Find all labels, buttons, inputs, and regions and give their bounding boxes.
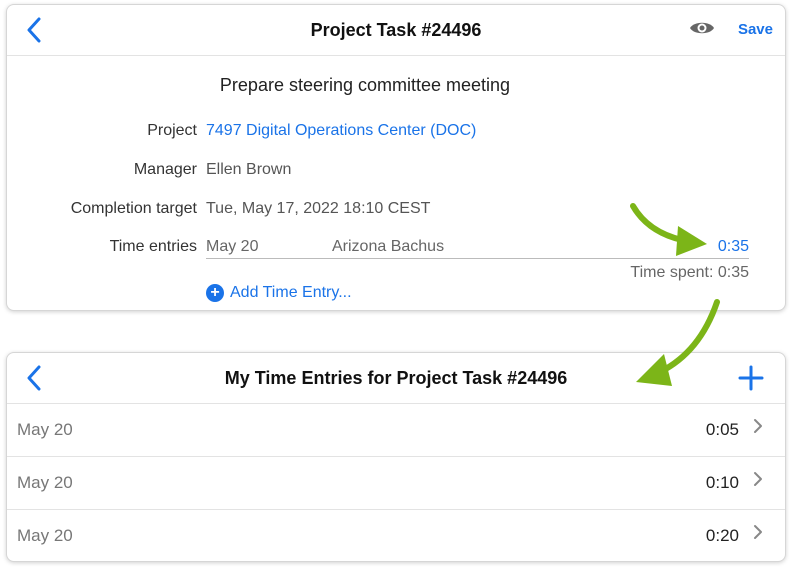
chevron-right-icon — [754, 525, 762, 539]
list-item[interactable]: May 20 0:10 — [7, 457, 785, 510]
entry-date: May 20 — [17, 526, 73, 545]
entry-duration: 0:20 — [705, 526, 739, 545]
add-time-entry-button[interactable]: + Add Time Entry... — [206, 284, 352, 302]
list-item[interactable]: May 20 0:20 — [7, 510, 785, 561]
plus-circle-icon: + — [206, 284, 224, 302]
page-title: Project Task #24496 — [310, 19, 482, 40]
time-entries-label: Time entries — [109, 238, 197, 255]
time-entry-person: Arizona Bachus — [332, 238, 445, 255]
chevron-right-icon — [754, 419, 762, 433]
entry-duration: 0:10 — [705, 473, 739, 492]
entry-duration: 0:05 — [705, 420, 739, 439]
back-button[interactable] — [19, 13, 49, 47]
time-entry-duration-link[interactable]: 0:35 — [707, 238, 749, 256]
entry-date: May 20 — [17, 420, 73, 439]
project-task-panel: Project Task #24496 Save Prepare steerin… — [6, 4, 786, 311]
list-item[interactable]: May 20 0:05 — [7, 404, 785, 457]
eye-icon — [690, 22, 714, 34]
time-spent-total: Time spent: 0:35 — [630, 264, 749, 281]
task-navbar: Project Task #24496 Save — [7, 5, 785, 56]
save-button[interactable]: Save — [738, 21, 773, 38]
project-link[interactable]: 7497 Digital Operations Center (DOC) — [206, 122, 476, 140]
add-entry-button[interactable] — [735, 362, 767, 394]
time-entry-date: May 20 — [206, 238, 259, 255]
chevron-right-icon — [754, 472, 762, 486]
entry-date: May 20 — [17, 473, 73, 492]
plus-icon — [738, 365, 764, 391]
entries-title: My Time Entries for Project Task #24496 — [224, 367, 568, 388]
chevron-left-icon — [27, 365, 41, 391]
completion-target-value: Tue, May 17, 2022 18:10 CEST — [206, 200, 431, 217]
entries-navbar: My Time Entries for Project Task #24496 — [7, 353, 785, 404]
manager-label: Manager — [133, 161, 197, 178]
time-entries-divider — [206, 258, 749, 259]
add-time-entry-label: Add Time Entry... — [230, 284, 352, 301]
chevron-left-icon — [27, 17, 41, 43]
completion-target-label: Completion target — [70, 200, 197, 217]
view-button[interactable] — [687, 15, 717, 41]
manager-value: Ellen Brown — [206, 161, 292, 178]
task-name: Prepare steering committee meeting — [219, 75, 511, 95]
project-label: Project — [147, 122, 197, 139]
back-button[interactable] — [19, 361, 49, 395]
time-entries-panel: My Time Entries for Project Task #24496 … — [6, 352, 786, 562]
